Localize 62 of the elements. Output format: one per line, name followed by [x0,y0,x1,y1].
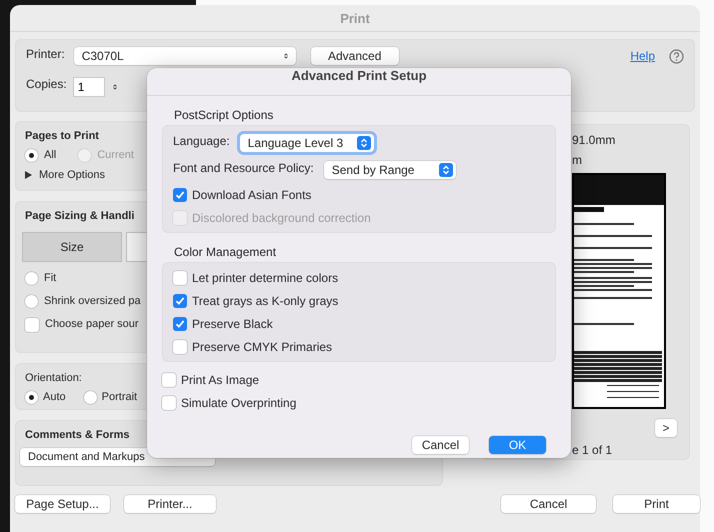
checkbox[interactable] [25,318,39,332]
checkbox[interactable] [173,294,187,308]
stepper-icon [438,163,453,177]
checkbox-label: Preserve Black [192,317,273,331]
checkbox-label: Let printer determine colors [192,271,338,285]
section-title: Page Sizing & Handli [25,210,134,222]
advanced-button[interactable]: Advanced [310,47,399,65]
footer-button[interactable]: Print [613,495,700,513]
dialog-title: Advanced Print Setup [291,68,427,83]
checkbox[interactable] [162,373,176,387]
more-options-label: More Options [39,169,106,181]
stepper-icon [356,136,371,150]
checkbox[interactable] [162,396,176,410]
select-label: Font and Resource Policy: [173,161,314,175]
paper-size-text: m [572,153,582,167]
select-label: Language: [173,134,230,148]
checkbox-label: Discolored background correction [192,211,371,225]
section-title: Pages to Print [25,130,99,142]
page-indicator: e 1 of 1 [572,443,612,457]
printer-select[interactable]: C3070L [74,47,296,65]
disclosure-triangle-icon[interactable] [25,171,32,179]
help-link[interactable]: Help [630,49,655,63]
checkbox-label: Simulate Overprinting [181,396,296,410]
checkbox[interactable] [173,271,187,285]
checkbox-label: Preserve CMYK Primaries [192,340,332,354]
dropdown[interactable]: Language Level 3 [240,134,374,152]
radio-button[interactable] [25,272,38,285]
checkbox[interactable] [173,317,187,331]
radio-button[interactable] [25,391,38,404]
checkbox[interactable] [173,188,187,202]
dialog-button[interactable]: Cancel [412,436,469,454]
checkbox-label: Download Asian Fonts [192,188,312,202]
checkbox[interactable] [173,340,187,354]
size-tab[interactable]: Size [22,232,122,262]
option-label: Fit [44,272,56,284]
radio-button[interactable] [25,149,38,162]
checkbox-label: Print As Image [181,373,260,387]
section-title: Comments & Forms [25,429,130,441]
footer-button[interactable]: Cancel [501,495,596,513]
radio-label: Current [97,149,134,161]
window-title: Print [340,10,370,26]
next-page-button[interactable]: > [655,419,677,437]
footer-button[interactable]: Page Setup... [15,495,110,513]
option-label: Shrink oversized pa [44,295,141,307]
copies-field[interactable]: 1 [72,77,105,97]
radio-button[interactable] [25,295,38,308]
group-title: Color Management [174,245,278,259]
help-icon[interactable] [669,48,684,64]
footer-button[interactable]: Printer... [124,495,216,513]
orientation-label: Orientation: [25,372,82,384]
group-title: PostScript Options [174,108,274,122]
radio-label: Portrait [102,391,138,403]
dropdown[interactable]: Send by Range [324,161,456,179]
paper-size-text: 91.0mm [572,133,616,147]
radio-button[interactable] [84,391,97,404]
option-label: Choose paper sour [45,318,139,330]
radio-label: All [44,149,56,161]
radio-label: Auto [43,391,66,403]
checkbox-label: Treat grays as K-only grays [192,294,338,308]
copies-label: Copies: [26,77,67,91]
printer-label: Printer: [26,47,65,61]
dialog-button[interactable]: OK [489,436,546,454]
